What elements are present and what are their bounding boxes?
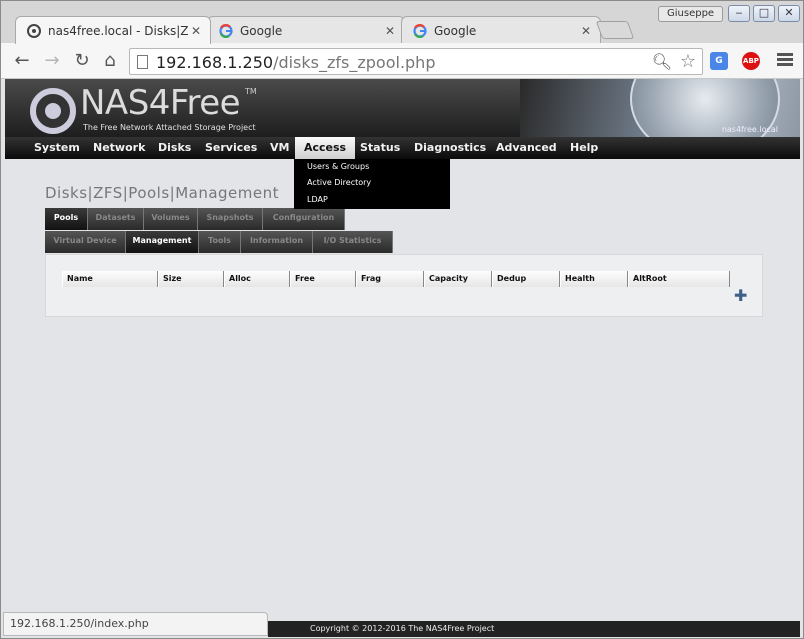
menu-item-ldap[interactable]: LDAP	[307, 195, 328, 204]
column-health[interactable]: Health	[560, 271, 628, 287]
column-frag[interactable]: Frag	[356, 271, 424, 287]
tab-title: nas4free.local - Disks|ZFS	[48, 23, 188, 38]
nav-access[interactable]: Access	[295, 137, 356, 159]
profile-button[interactable]: Giuseppe	[658, 6, 724, 22]
tab-title: Google	[240, 23, 283, 38]
star-icon[interactable]: ☆	[680, 51, 696, 72]
column-alloc[interactable]: Alloc	[224, 271, 290, 287]
tab-nas4free[interactable]: nas4free.local - Disks|ZFS ✕	[15, 16, 211, 44]
column-altroot[interactable]: AltRoot	[628, 271, 730, 287]
nav-services[interactable]: Services	[205, 137, 257, 159]
tagline: The Free Network Attached Storage Projec…	[83, 123, 256, 132]
close-icon[interactable]: ✕	[382, 24, 398, 38]
page-viewport: NAS4Free TM The Free Network Attached St…	[2, 79, 803, 637]
adblock-plus-icon[interactable]: ABP	[742, 52, 760, 70]
reload-icon[interactable]: ↻	[71, 50, 93, 72]
access-dropdown-menu: Users & Groups Active Directory LDAP	[294, 159, 450, 209]
back-arrow-icon[interactable]: ←	[11, 50, 33, 72]
home-icon[interactable]: ⌂	[99, 50, 121, 72]
nav-network[interactable]: Network	[93, 137, 145, 159]
close-icon[interactable]: ✕	[188, 24, 204, 38]
nav-status[interactable]: Status	[360, 137, 400, 159]
copyright-text: Copyright © 2012-2016 The NAS4Free Proje…	[310, 624, 495, 633]
tab-google-1[interactable]: Google ✕	[207, 16, 405, 44]
forward-arrow-icon[interactable]: →	[41, 50, 63, 72]
main-nav: System Network Disks Services VM Access …	[5, 137, 800, 159]
menu-item-active-directory[interactable]: Active Directory	[307, 178, 371, 187]
page-title: Disks|ZFS|Pools|Management	[45, 184, 280, 202]
new-tab-button[interactable]	[595, 21, 635, 39]
tab-tools[interactable]: Tools	[199, 231, 241, 253]
column-size[interactable]: Size	[158, 271, 224, 287]
tab-title: Google	[434, 23, 477, 38]
nav-advanced[interactable]: Advanced	[496, 137, 557, 159]
content-panel: Name Size Alloc Free Frag Capacity Dedup…	[45, 254, 763, 317]
nav-vm[interactable]: VM	[270, 137, 289, 159]
browser-toolbar: ← → ↻ ⌂ 192.168.1.250/disks_zfs_zpool.ph…	[1, 43, 803, 79]
tab-pools[interactable]: Pools	[45, 208, 88, 230]
column-name[interactable]: Name	[62, 271, 158, 287]
logo-text: NAS4Free	[80, 83, 241, 123]
nav-system[interactable]: System	[34, 137, 80, 159]
column-free[interactable]: Free	[290, 271, 356, 287]
tab-volumes[interactable]: Volumes	[144, 208, 198, 230]
status-bar-url: 192.168.1.250/index.php	[3, 612, 268, 636]
google-translate-icon[interactable]: G	[710, 52, 728, 70]
tab-information[interactable]: Information	[241, 231, 313, 253]
tab-io-statistics[interactable]: I/O Statistics	[313, 231, 393, 253]
minimize-icon[interactable]: ‒	[728, 5, 750, 22]
close-window-icon[interactable]: ✕	[778, 5, 800, 22]
url-text: 192.168.1.250/disks_zfs_zpool.php	[156, 53, 436, 72]
nav-diagnostics[interactable]: Diagnostics	[414, 137, 486, 159]
page-icon	[137, 55, 148, 69]
tab-virtual-device[interactable]: Virtual Device	[45, 231, 126, 253]
address-bar[interactable]: 192.168.1.250/disks_zfs_zpool.php 🔍︎ ☆	[129, 48, 703, 75]
page-footer: Copyright © 2012-2016 The NAS4Free Proje…	[268, 621, 800, 637]
column-dedup[interactable]: Dedup	[492, 271, 560, 287]
nas4free-header: NAS4Free TM The Free Network Attached St…	[5, 79, 800, 137]
tab-snapshots[interactable]: Snapshots	[198, 208, 263, 230]
tab-strip: nas4free.local - Disks|ZFS ✕ Google ✕ Go…	[1, 1, 803, 44]
trademark: TM	[245, 87, 257, 96]
plus-icon[interactable]: ✚	[734, 288, 747, 304]
nav-disks[interactable]: Disks	[158, 137, 191, 159]
browser-window: nas4free.local - Disks|ZFS ✕ Google ✕ Go…	[0, 0, 804, 639]
menu-icon[interactable]	[777, 53, 793, 69]
tab-google-2[interactable]: Google ✕	[401, 16, 601, 44]
tab-management[interactable]: Management	[126, 231, 199, 253]
google-g-icon	[218, 23, 234, 39]
google-g-icon	[412, 23, 428, 39]
hostname: nas4free.local	[721, 125, 778, 134]
tab-datasets[interactable]: Datasets	[88, 208, 144, 230]
zoom-icon[interactable]: 🔍︎	[652, 52, 672, 71]
nas4free-icon	[26, 23, 42, 39]
close-icon[interactable]: ✕	[578, 24, 594, 38]
nav-help[interactable]: Help	[570, 137, 598, 159]
column-capacity[interactable]: Capacity	[424, 271, 492, 287]
pool-table-header: Name Size Alloc Free Frag Capacity Dedup…	[62, 271, 730, 287]
nas4free-logo-icon	[30, 88, 76, 134]
maximize-icon[interactable]: □	[753, 5, 775, 22]
menu-item-users-groups[interactable]: Users & Groups	[307, 162, 369, 171]
tab-configuration[interactable]: Configuration	[263, 208, 345, 230]
